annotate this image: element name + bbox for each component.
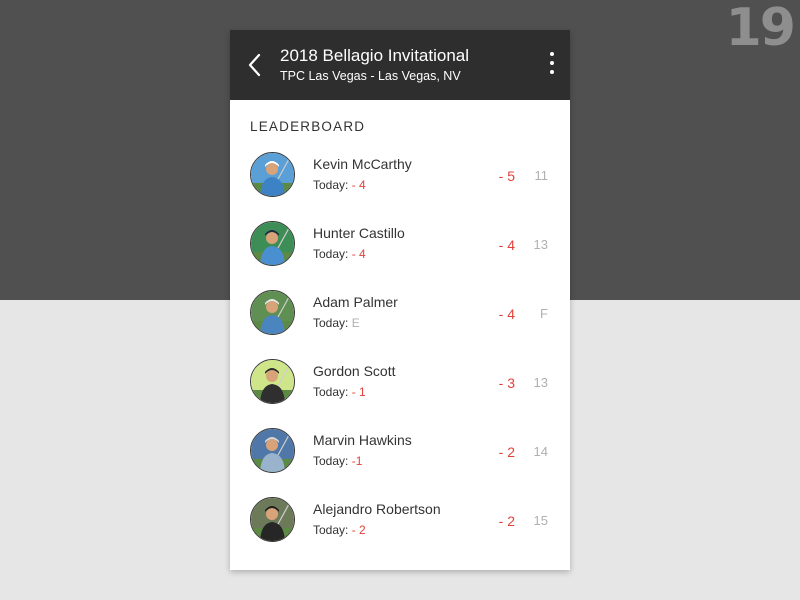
leaderboard-list: Kevin McCarthy Today: - 4 - 5 11 Hunter … [230, 148, 570, 562]
today-score: Today: - 4 [313, 178, 366, 192]
total-score: - 4 [498, 237, 515, 253]
player-avatar [250, 359, 295, 404]
player-avatar [250, 290, 295, 335]
golfer-photo-icon [251, 360, 294, 403]
more-vertical-icon [546, 52, 558, 74]
tournament-title: 2018 Bellagio Invitational [280, 46, 470, 65]
leaderboard-row[interactable]: Kevin McCarthy Today: - 4 - 5 11 [230, 148, 570, 217]
today-value: - 4 [351, 178, 366, 192]
today-label: Today: [313, 178, 349, 192]
today-label: Today: [313, 454, 349, 468]
golfer-photo-icon [251, 153, 294, 196]
back-button[interactable] [244, 51, 268, 79]
player-name: Kevin McCarthy [313, 156, 412, 172]
tournament-heading: 2018 Bellagio Invitational TPC Las Vegas… [280, 45, 469, 84]
page-background: 19 2018 Bellagio Invitational TPC Las Ve… [0, 0, 800, 600]
today-value: - 4 [351, 247, 366, 261]
today-value: - 1 [351, 385, 366, 399]
holes-thru: 15 [533, 513, 548, 528]
today-label: Today: [313, 316, 349, 330]
today-value: - 2 [351, 523, 366, 537]
holes-thru: 14 [533, 444, 548, 459]
leaderboard-row[interactable]: Marvin Hawkins Today: -1 - 2 14 [230, 424, 570, 493]
golfer-photo-icon [251, 429, 294, 472]
total-score: - 2 [498, 444, 515, 460]
leaderboard-row[interactable]: Alejandro Robertson Today: - 2 - 2 15 [230, 493, 570, 562]
corner-day-number: 19 [725, 0, 796, 58]
today-value: E [351, 316, 360, 330]
holes-thru: F [540, 306, 548, 321]
today-score: Today: -1 [313, 454, 362, 468]
player-avatar [250, 152, 295, 197]
today-score: Today: - 2 [313, 523, 366, 537]
player-name: Marvin Hawkins [313, 432, 412, 448]
today-label: Today: [313, 523, 349, 537]
total-score: - 2 [498, 513, 515, 529]
today-score: Today: E [313, 316, 360, 330]
golfer-photo-icon [251, 498, 294, 541]
total-score: - 3 [498, 375, 515, 391]
player-name: Alejandro Robertson [313, 501, 441, 517]
player-name: Adam Palmer [313, 294, 398, 310]
leaderboard-card: 2018 Bellagio Invitational TPC Las Vegas… [230, 30, 570, 570]
leaderboard-row[interactable]: Hunter Castillo Today: - 4 - 4 13 [230, 217, 570, 286]
today-score: Today: - 4 [313, 247, 366, 261]
golfer-photo-icon [251, 291, 294, 334]
leaderboard-row[interactable]: Gordon Scott Today: - 1 - 3 13 [230, 355, 570, 424]
player-name: Hunter Castillo [313, 225, 405, 241]
today-label: Today: [313, 247, 349, 261]
total-score: - 4 [498, 306, 515, 322]
today-score: Today: - 1 [313, 385, 366, 399]
player-name: Gordon Scott [313, 363, 396, 379]
player-avatar [250, 221, 295, 266]
today-value: -1 [351, 454, 363, 468]
section-title: LEADERBOARD [250, 119, 366, 134]
holes-thru: 13 [533, 237, 548, 252]
player-avatar [250, 428, 295, 473]
tournament-location: TPC Las Vegas - Las Vegas, NV [280, 69, 461, 83]
player-avatar [250, 497, 295, 542]
app-bar: 2018 Bellagio Invitational TPC Las Vegas… [230, 30, 570, 100]
golfer-photo-icon [251, 222, 294, 265]
total-score: - 5 [498, 168, 515, 184]
holes-thru: 11 [534, 168, 549, 183]
today-label: Today: [313, 385, 349, 399]
holes-thru: 13 [533, 375, 548, 390]
more-options-button[interactable] [546, 52, 558, 80]
chevron-left-icon [248, 53, 261, 77]
leaderboard-row[interactable]: Adam Palmer Today: E - 4 F [230, 286, 570, 355]
